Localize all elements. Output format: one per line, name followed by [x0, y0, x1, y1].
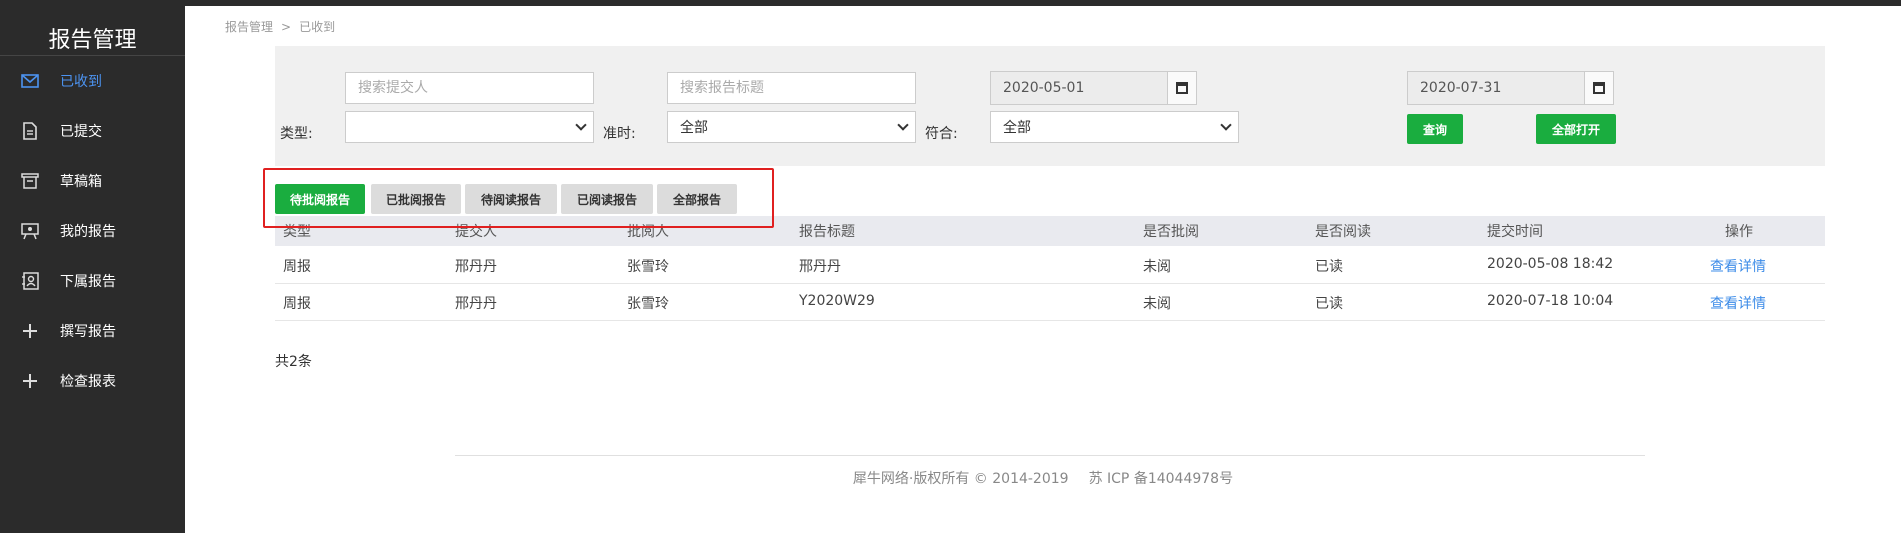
sidebar-item-received[interactable]: 已收到	[0, 56, 185, 106]
open-all-button[interactable]: 全部打开	[1536, 114, 1616, 144]
main-content: 报告管理 > 已收到 2020-05-01 到 2020-07-31 类型: 准时:…	[185, 6, 1901, 533]
ontime-label: 准时:	[603, 126, 636, 142]
table-row-2-type: 周报	[283, 296, 311, 312]
table-row-2-read: 已读	[1315, 296, 1343, 312]
match-label: 符合:	[925, 126, 958, 142]
column-header-reviewed: 是否批阅	[1143, 224, 1199, 240]
chevron-down-icon	[575, 119, 587, 131]
row-divider	[275, 283, 1825, 284]
sidebar-item-subordinate-reports[interactable]: 下属报告	[0, 256, 185, 306]
date-to-value: 2020-07-31	[1420, 80, 1502, 96]
table-row-1-reviewer: 张雪玲	[627, 259, 669, 275]
sidebar-item-label: 下属报告	[60, 274, 116, 290]
table-row-1-submitter: 邢丹丹	[455, 259, 497, 275]
table-row-2-reviewed: 未阅	[1143, 296, 1171, 312]
footer-divider	[455, 455, 1645, 456]
sidebar-item-drafts[interactable]: 草稿箱	[0, 156, 185, 206]
sidebar-item-label: 已收到	[60, 74, 102, 90]
breadcrumb: 报告管理 > 已收到	[225, 18, 335, 35]
table-row-2-submitter: 邢丹丹	[455, 296, 497, 312]
sidebar-item-write-report[interactable]: 撰写报告	[0, 306, 185, 356]
ontime-select-value: 全部	[680, 120, 708, 136]
sidebar-item-label: 撰写报告	[60, 324, 116, 340]
presentation-icon	[20, 221, 40, 241]
mail-icon	[20, 71, 40, 91]
chevron-down-icon	[897, 119, 909, 131]
table-row-1-type: 周报	[283, 259, 311, 275]
tab-all-reports[interactable]: 全部报告	[657, 184, 737, 214]
column-header-actions: 操作	[1725, 224, 1753, 240]
view-details-link[interactable]: 查看详情	[1710, 256, 1766, 276]
record-count: 共2条	[275, 354, 312, 370]
plus-icon	[20, 371, 40, 391]
sidebar-item-label: 检查报表	[60, 374, 116, 390]
type-select[interactable]	[345, 111, 594, 143]
sidebar-item-submitted[interactable]: 已提交	[0, 106, 185, 156]
sidebar-item-label: 已提交	[60, 124, 102, 140]
filter-panel: 2020-05-01 到 2020-07-31 类型: 准时: 全部 符合: 全…	[275, 46, 1825, 166]
tab-pending-review[interactable]: 待批阅报告	[275, 184, 365, 214]
sidebar-title: 报告管理	[0, 6, 185, 56]
tab-reviewed[interactable]: 已批阅报告	[371, 184, 461, 214]
draft-box-icon	[20, 171, 40, 191]
sidebar-item-label: 我的报告	[60, 224, 116, 240]
table-row-1-title: 邢丹丹	[799, 259, 841, 275]
table-row-2-submit-time: 2020-07-18 10:04	[1487, 293, 1614, 309]
sidebar-item-my-reports[interactable]: 我的报告	[0, 206, 185, 256]
footer-icp[interactable]: 苏 ICP 备14044978号	[1089, 471, 1234, 487]
date-to-field[interactable]: 2020-07-31	[1407, 71, 1585, 105]
breadcrumb-root[interactable]: 报告管理	[225, 20, 273, 34]
table-row-1-reviewed: 未阅	[1143, 259, 1171, 275]
footer: 犀牛网络·版权所有 © 2014-2019 苏 ICP 备14044978号	[185, 468, 1901, 488]
tab-pending-read[interactable]: 待阅读报告	[465, 184, 557, 214]
column-header-title: 报告标题	[799, 224, 855, 240]
chevron-down-icon	[1220, 119, 1232, 131]
table-row-1-read: 已读	[1315, 259, 1343, 275]
table-row-2-title: Y2020W29	[799, 293, 875, 309]
document-icon	[20, 121, 40, 141]
plus-icon	[20, 321, 40, 341]
column-header-submit-time: 提交时间	[1487, 224, 1543, 240]
type-label: 类型:	[280, 126, 313, 142]
ontime-select[interactable]: 全部	[667, 111, 916, 143]
search-button[interactable]: 查询	[1407, 114, 1463, 144]
breadcrumb-separator: >	[281, 20, 292, 34]
title-search-input[interactable]	[667, 72, 916, 104]
column-header-read: 是否阅读	[1315, 224, 1371, 240]
view-details-link[interactable]: 查看详情	[1710, 293, 1766, 313]
tab-read[interactable]: 已阅读报告	[561, 184, 653, 214]
match-select[interactable]: 全部	[990, 111, 1239, 143]
sidebar-item-check-reports[interactable]: 检查报表	[0, 356, 185, 406]
date-to-calendar-icon[interactable]	[1584, 71, 1614, 105]
user-card-icon	[20, 271, 40, 291]
date-from-field[interactable]: 2020-05-01	[990, 71, 1168, 105]
table-row-2-reviewer: 张雪玲	[627, 296, 669, 312]
footer-copyright: 犀牛网络·版权所有 © 2014-2019	[852, 471, 1069, 487]
match-select-value: 全部	[1003, 120, 1031, 136]
breadcrumb-current: 已收到	[299, 20, 336, 34]
table-row-1-submit-time: 2020-05-08 18:42	[1487, 256, 1614, 272]
submitter-search-input[interactable]	[345, 72, 594, 104]
date-from-calendar-icon[interactable]	[1167, 71, 1197, 105]
row-divider	[275, 320, 1825, 321]
sidebar: 报告管理 已收到 已提交 草稿箱 我的报告 下属报告 撰写报告 检查报表	[0, 6, 185, 533]
date-from-value: 2020-05-01	[1003, 80, 1085, 96]
sidebar-item-label: 草稿箱	[60, 174, 102, 190]
